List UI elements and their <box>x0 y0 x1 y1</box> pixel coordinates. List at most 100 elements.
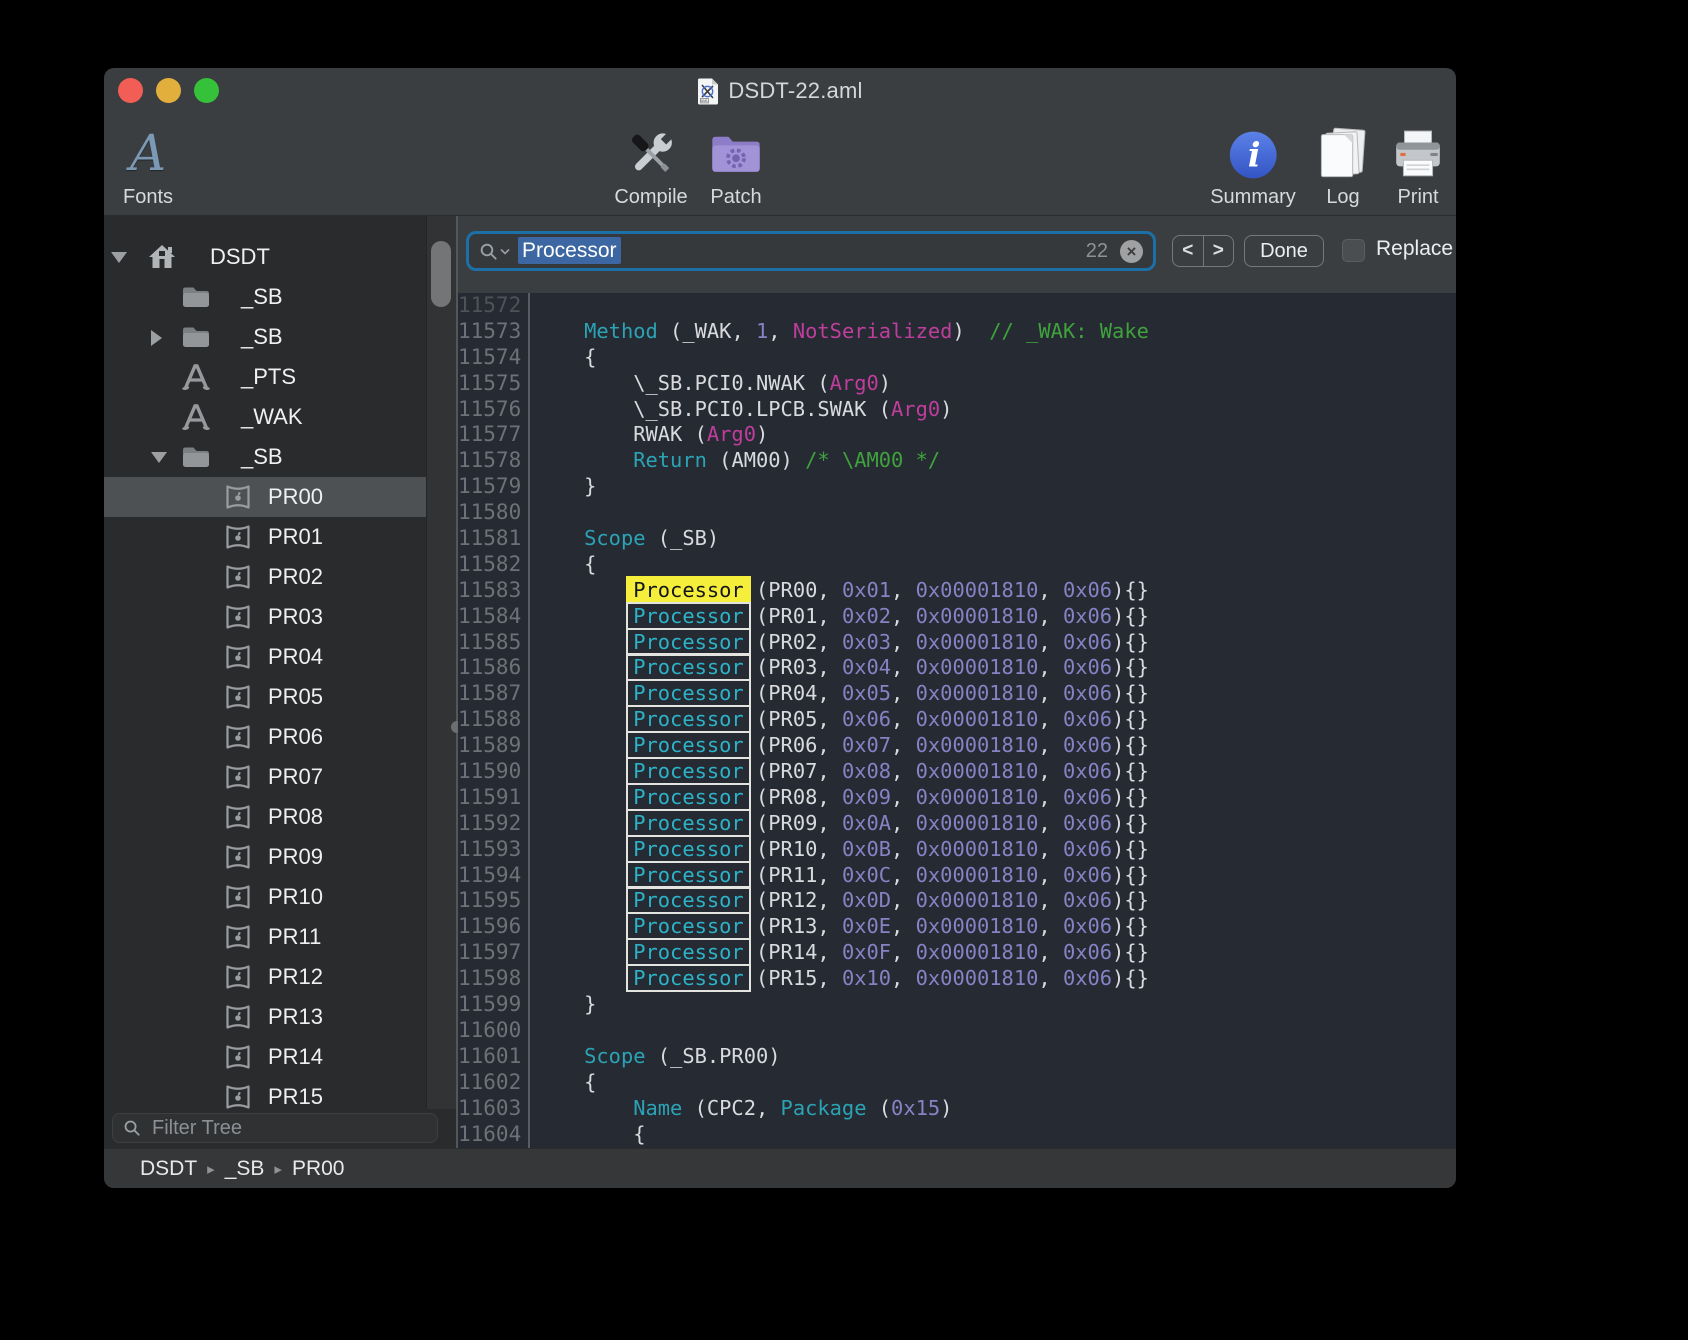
fonts-button[interactable]: A Fonts <box>123 118 173 209</box>
tree-item-pr14[interactable]: PR14 <box>104 1037 426 1077</box>
filter-tree-input[interactable] <box>150 1116 427 1141</box>
code-line: Scope (_SB) <box>535 526 1456 552</box>
tree-item-pr01[interactable]: PR01 <box>104 517 426 557</box>
find-nav-group: < > <box>1172 235 1234 267</box>
line-number: 11594 <box>458 863 528 889</box>
disclosure-open-icon[interactable] <box>151 452 167 463</box>
tree-item-pr08[interactable]: PR08 <box>104 797 426 837</box>
patch-button[interactable]: Patch <box>708 118 764 209</box>
filter-tree-field[interactable] <box>112 1113 438 1143</box>
print-button[interactable]: Print <box>1391 118 1445 209</box>
tree-item-_sb[interactable]: _SB <box>104 277 426 317</box>
breadcrumb-separator-icon: ▸ <box>207 1160 215 1178</box>
code-line: Processor (PR12, 0x0D, 0x00001810, 0x06)… <box>535 888 1456 914</box>
folder-icon <box>180 441 212 473</box>
tree-item-label: _WAK <box>241 404 303 430</box>
tree-item-pr07[interactable]: PR07 <box>104 757 426 797</box>
line-number: 11601 <box>458 1044 528 1070</box>
sidebar-scrollbar[interactable] <box>426 216 457 1109</box>
line-number: 11588 <box>458 707 528 733</box>
previous-match-button[interactable]: < <box>1173 236 1204 266</box>
summary-label: Summary <box>1210 186 1296 209</box>
current-find-match: Processor <box>626 576 751 604</box>
replace-checkbox[interactable] <box>1342 239 1365 262</box>
tree-item-_wak[interactable]: _WAK <box>104 397 426 437</box>
processor-icon <box>222 681 254 713</box>
find-match: Processor <box>628 759 749 783</box>
processor-icon <box>222 641 254 673</box>
tree-item-label: PR15 <box>268 1084 323 1109</box>
line-number: 11585 <box>458 630 528 656</box>
breadcrumb-item-pr00[interactable]: PR00 <box>292 1157 345 1181</box>
code-line: Processor (PR14, 0x0F, 0x00001810, 0x06)… <box>535 940 1456 966</box>
tree-item-label: PR13 <box>268 1004 323 1030</box>
code-line: Processor (PR04, 0x05, 0x00001810, 0x06)… <box>535 681 1456 707</box>
breadcrumb-separator-icon: ▸ <box>274 1160 282 1178</box>
breadcrumb-item-dsdt[interactable]: DSDT <box>140 1157 197 1181</box>
clear-search-button[interactable]: × <box>1120 240 1143 263</box>
aml-document-icon <box>697 78 719 105</box>
tree-item-label: PR00 <box>268 484 323 510</box>
tree-item-pr05[interactable]: PR05 <box>104 677 426 717</box>
code-line: \_SB.PCI0.NWAK (Arg0) <box>535 371 1456 397</box>
tree-item-pr03[interactable]: PR03 <box>104 597 426 637</box>
tree-item-label: _PTS <box>241 364 296 390</box>
tree-item-pr13[interactable]: PR13 <box>104 997 426 1037</box>
find-field[interactable]: Processor 22 × <box>466 231 1156 271</box>
tree-item-_pts[interactable]: _PTS <box>104 357 426 397</box>
sidebar-scrollbar-thumb[interactable] <box>431 241 451 307</box>
tree-item-label: _SB <box>241 284 283 310</box>
line-number: 11602 <box>458 1070 528 1096</box>
tree-item-dsdt[interactable]: DSDT <box>104 237 426 277</box>
patch-folder-icon <box>708 126 764 182</box>
next-match-button[interactable]: > <box>1204 236 1234 266</box>
tree-item-pr10[interactable]: PR10 <box>104 877 426 917</box>
line-number: 11572 <box>458 293 528 319</box>
processor-icon <box>222 521 254 553</box>
find-match: Processor <box>628 604 749 628</box>
home-icon <box>146 241 178 273</box>
filter-row <box>104 1109 456 1149</box>
replace-label: Replace <box>1376 237 1453 261</box>
tree-item-label: PR06 <box>268 724 323 750</box>
done-button[interactable]: Done <box>1244 235 1324 267</box>
code-line: { <box>535 1070 1456 1096</box>
code-line: Processor (PR10, 0x0B, 0x00001810, 0x06)… <box>535 837 1456 863</box>
tree-item-label: PR05 <box>268 684 323 710</box>
find-match: Processor <box>628 655 749 679</box>
search-scope-control[interactable] <box>479 242 510 261</box>
code-line <box>535 293 1456 319</box>
line-number: 11578 <box>458 448 528 474</box>
content-area: DSDT_SB_SB_PTS_WAK_SBPR00PR01PR02PR03PR0… <box>104 215 1456 1149</box>
tree-item-pr06[interactable]: PR06 <box>104 717 426 757</box>
tree-item-pr02[interactable]: PR02 <box>104 557 426 597</box>
selected-query-text: Processor <box>518 237 621 264</box>
line-number: 11573 <box>458 319 528 345</box>
search-input[interactable]: Processor <box>518 239 621 263</box>
tree-item-_sb[interactable]: _SB <box>104 317 426 357</box>
log-label: Log <box>1315 186 1371 209</box>
compile-button[interactable]: Compile <box>614 118 687 209</box>
code-line: Processor (PR03, 0x04, 0x00001810, 0x06)… <box>535 655 1456 681</box>
tree-item-pr04[interactable]: PR04 <box>104 637 426 677</box>
method-icon <box>180 361 212 393</box>
tree-item-pr15[interactable]: PR15 <box>104 1077 426 1109</box>
breadcrumb-item-_sb[interactable]: _SB <box>225 1157 265 1181</box>
tree-item-pr00[interactable]: PR00 <box>104 477 456 517</box>
disclosure-open-icon[interactable] <box>111 252 127 263</box>
patch-label: Patch <box>708 186 764 209</box>
line-number: 11603 <box>458 1096 528 1122</box>
fonts-label: Fonts <box>123 186 173 209</box>
tree-item-label: PR11 <box>268 924 321 950</box>
tree-item-_sb[interactable]: _SB <box>104 437 426 477</box>
tree-item-pr12[interactable]: PR12 <box>104 957 426 997</box>
summary-button[interactable]: Summary <box>1210 118 1296 209</box>
log-button[interactable]: Log <box>1315 118 1371 209</box>
line-number: 11574 <box>458 345 528 371</box>
tree-item-pr09[interactable]: PR09 <box>104 837 426 877</box>
tree-item-pr11[interactable]: PR11 <box>104 917 426 957</box>
code-editor[interactable]: 1157211573115741157511576115771157811579… <box>458 293 1456 1149</box>
disclosure-closed-icon[interactable] <box>151 330 162 346</box>
fonts-a-icon: A <box>130 124 166 182</box>
line-number: 11591 <box>458 785 528 811</box>
